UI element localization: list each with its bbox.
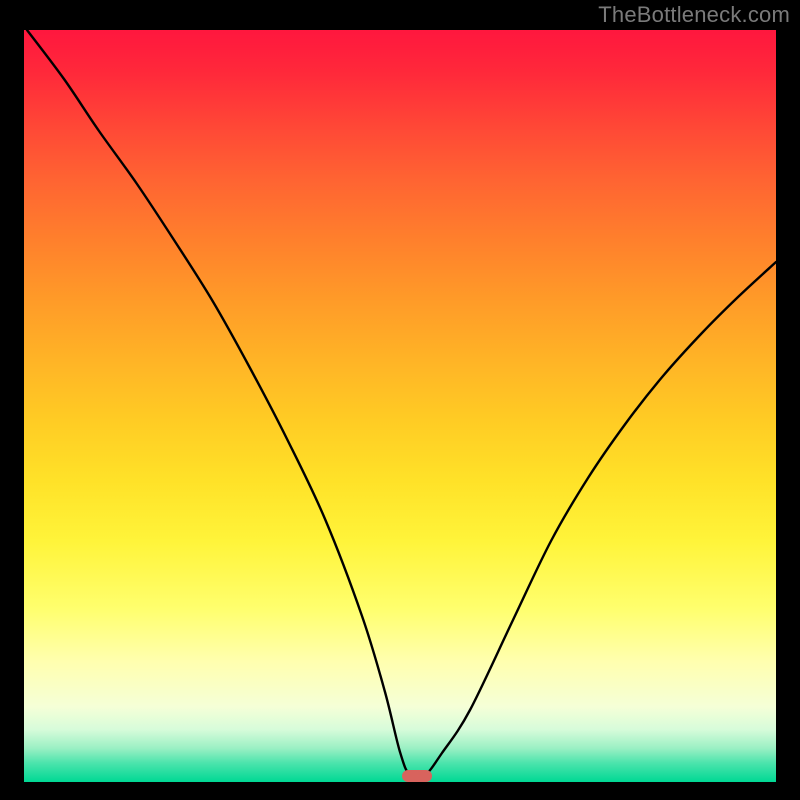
chart-curve-svg xyxy=(24,30,776,782)
watermark-text: TheBottleneck.com xyxy=(598,2,790,28)
bottleneck-curve xyxy=(27,30,776,778)
optimal-point-marker xyxy=(402,770,432,782)
chart-plot-area xyxy=(24,30,776,782)
chart-frame: TheBottleneck.com xyxy=(0,0,800,800)
